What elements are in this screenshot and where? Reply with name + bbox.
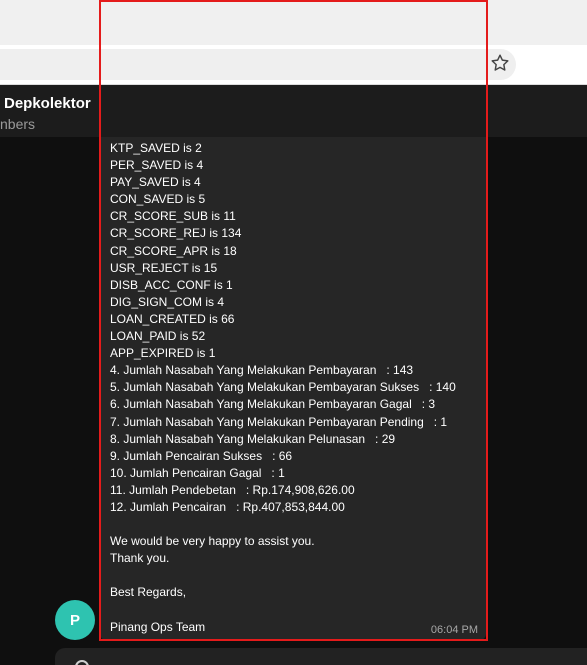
emoji-icon[interactable]	[75, 660, 89, 665]
message-line: CON_SAVED is 5	[110, 192, 206, 207]
message-line	[110, 567, 482, 584]
message-line: LOAN_CREATED is 66	[110, 311, 235, 326]
browser-toolbar	[0, 45, 587, 85]
avatar[interactable]: P	[55, 600, 95, 640]
message-line: KTP_SAVED is 2	[110, 141, 202, 155]
message-line: CR_SCORE_SUB is 11	[110, 209, 236, 224]
message-line: 6. Jumlah Nasabah Yang Melakukan Pembaya…	[110, 397, 436, 412]
browser-tab-strip	[0, 0, 587, 45]
message-line: 9. Jumlah Pencairan Sukses : 66	[110, 448, 293, 463]
message-line	[110, 602, 482, 619]
message-line: 7. Jumlah Nasabah Yang Melakukan Pembaya…	[110, 414, 448, 429]
message-line: APP_EXPIRED is 1	[110, 346, 216, 361]
message-line: Thank you.	[110, 551, 170, 566]
message-line: 10. Jumlah Pencairan Gagal : 1	[110, 465, 285, 480]
message-composer[interactable]	[55, 648, 587, 665]
message-text: KTP_SAVED is 2 PER_SAVED is 4 PAY_SAVED is…	[110, 140, 482, 636]
bookmark-star-icon[interactable]	[489, 52, 511, 74]
message-line: CR_SCORE_REJ is 134	[110, 226, 242, 241]
message-line: 12. Jumlah Pencairan : Rp.407,853,844.00	[110, 499, 345, 514]
message-bubble[interactable]: KTP_SAVED is 2 PER_SAVED is 4 PAY_SAVED is…	[100, 137, 486, 640]
message-line: 5. Jumlah Nasabah Yang Melakukan Pembaya…	[110, 380, 456, 395]
group-title: Depkolektor	[4, 95, 91, 112]
message-line: LOAN_PAID is 52	[110, 329, 206, 344]
message-line: We would be very happy to assist you.	[110, 534, 315, 549]
message-line: 11. Jumlah Pendebetan : Rp.174,908,626.0…	[110, 482, 355, 497]
message-line: Pinang Ops Team	[110, 619, 206, 634]
address-bar[interactable]	[0, 49, 516, 80]
message-line: PAY_SAVED is 4	[110, 175, 201, 190]
message-line: USR_REJECT is 15	[110, 260, 218, 275]
message-line: PER_SAVED is 4	[110, 158, 204, 173]
group-members-count: nbers	[0, 116, 36, 132]
chat-header[interactable]: Depkolektor nbers	[0, 85, 587, 137]
message-line: CR_SCORE_APR is 18	[110, 243, 237, 258]
message-line: DIG_SIGN_COM is 4	[110, 294, 225, 309]
message-line: Best Regards,	[110, 585, 187, 600]
message-line	[110, 516, 482, 533]
message-line: 4. Jumlah Nasabah Yang Melakukan Pembaya…	[110, 363, 414, 378]
message-line: DISB_ACC_CONF is 1	[110, 277, 233, 292]
message-timestamp: 06:04 PM	[430, 624, 478, 636]
message-line: 8. Jumlah Nasabah Yang Melakukan Pelunas…	[110, 431, 396, 446]
